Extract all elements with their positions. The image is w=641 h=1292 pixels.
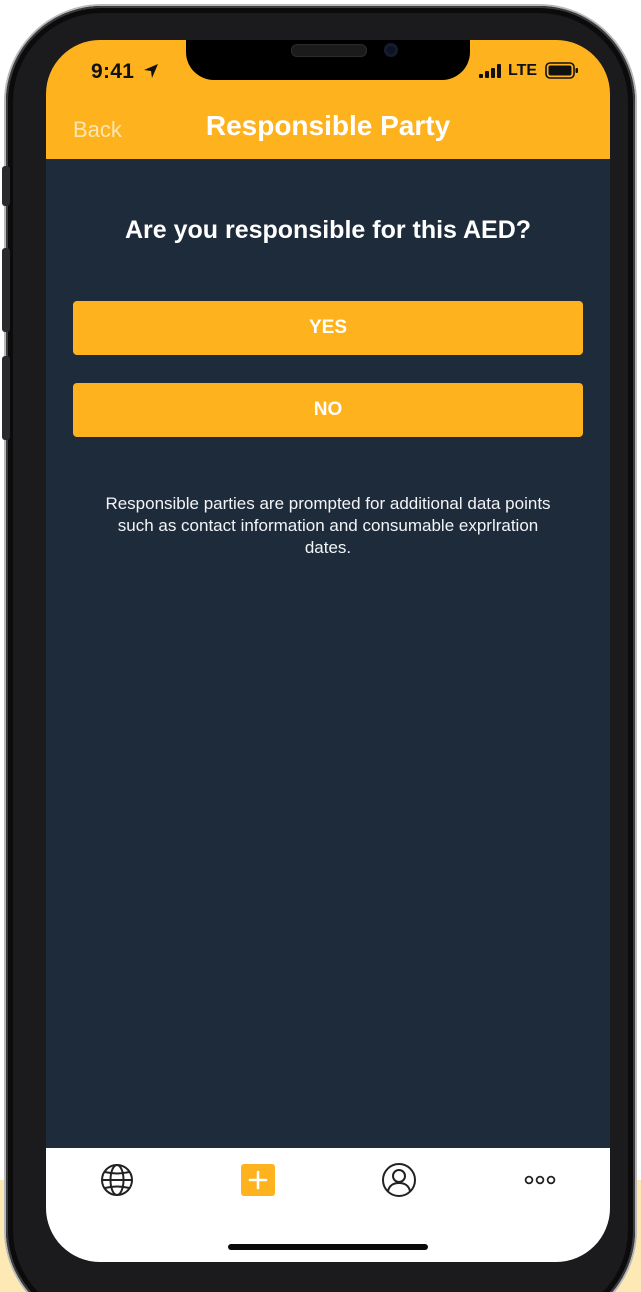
no-button[interactable]: NO (73, 383, 583, 437)
add-icon[interactable] (238, 1160, 278, 1200)
globe-icon[interactable] (97, 1160, 137, 1200)
location-arrow-icon (144, 64, 158, 78)
more-icon[interactable] (520, 1160, 560, 1200)
question-heading: Are you responsible for this AED? (124, 216, 532, 244)
home-indicator[interactable] (228, 1244, 428, 1250)
profile-icon[interactable] (379, 1160, 419, 1200)
signal-bars-icon (479, 64, 501, 78)
network-type: LTE (508, 62, 538, 79)
volume-up-button (2, 248, 10, 332)
earpiece-speaker (291, 44, 367, 57)
camera-notch (186, 40, 470, 80)
page-title: Responsible Party (205, 110, 451, 141)
mute-switch (2, 166, 10, 206)
battery-icon (545, 62, 578, 79)
front-camera (384, 43, 398, 57)
status-time: 9:41 (91, 60, 135, 83)
tab-bar (46, 1148, 610, 1262)
page: 9:41 LTE Back Responsible Party Are you … (0, 0, 641, 1292)
info-text: Responsible parties are prompted for add… (105, 494, 551, 557)
volume-down-button (2, 356, 10, 440)
phone-screen: 9:41 LTE Back Responsible Party Are you … (46, 40, 610, 1262)
yes-button[interactable]: YES (73, 301, 583, 355)
